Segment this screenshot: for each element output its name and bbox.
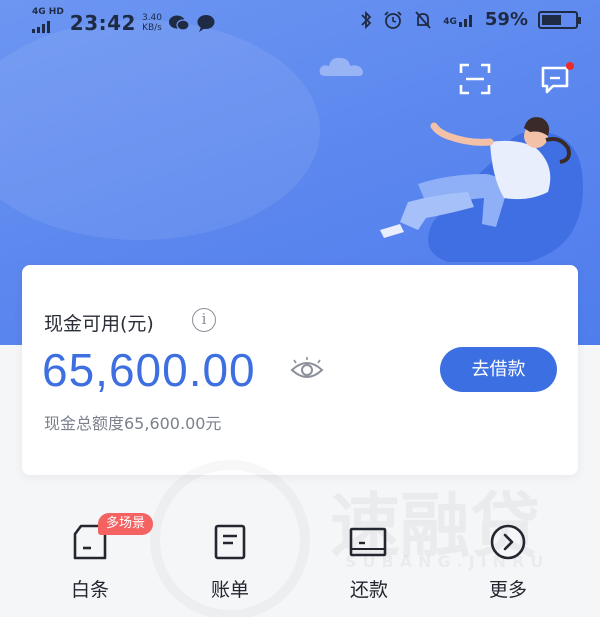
- cash-balance-card: 现金可用(元) i 65,600.00 现金总额度65,600.00元 去借款: [22, 265, 578, 475]
- cell-signal: 4G: [443, 13, 475, 27]
- nav-label: 白条: [70, 579, 109, 601]
- repay-icon: [349, 527, 387, 557]
- mute-icon: [415, 10, 431, 29]
- speed-value: 3.40: [141, 13, 163, 23]
- cloud-icon: [319, 57, 363, 76]
- bluetooth-icon: [361, 10, 372, 29]
- unread-dot: [566, 62, 574, 70]
- nav-label: 还款: [349, 579, 388, 601]
- message-icon[interactable]: [540, 62, 576, 96]
- nav-item-more[interactable]: 更多: [448, 505, 568, 615]
- wechat-icon: [169, 15, 190, 31]
- background-shape: [0, 20, 320, 240]
- status-right: 4G 59%: [359, 9, 581, 30]
- person-illustration: [380, 117, 583, 262]
- signal-bars-icon: [32, 21, 50, 33]
- total-credit-line: 现金总额度65,600.00元: [44, 414, 222, 433]
- alarm-icon: [384, 10, 402, 29]
- chat-bubble-icon: [197, 15, 215, 32]
- nav-item-repay[interactable]: 还款: [309, 505, 429, 615]
- available-amount: 65,600.00: [42, 344, 256, 396]
- info-icon[interactable]: i: [192, 308, 216, 332]
- speed-unit: KB/s: [142, 23, 162, 33]
- borrow-button[interactable]: 去借款: [440, 347, 557, 392]
- network-speed: 3.40 KB/s: [142, 13, 162, 33]
- scan-icon[interactable]: [458, 62, 492, 96]
- more-arrow-icon: [490, 524, 526, 560]
- status-bar: 4G HD 23:42 3.40 KB/s 4G 59%: [0, 0, 600, 44]
- bill-icon: [214, 524, 246, 560]
- clock: 23:42: [69, 11, 136, 35]
- battery-percent: 59%: [484, 9, 528, 30]
- battery-icon: [538, 10, 581, 29]
- status-left: 4G HD 23:42 3.40 KB/s: [32, 8, 216, 38]
- nav-label: 账单: [210, 579, 249, 601]
- nav-item-baitiao[interactable]: 多场景 白条: [30, 505, 154, 615]
- scenario-badge: 多场景: [98, 513, 154, 535]
- nav-label: 更多: [488, 579, 527, 601]
- signal-icon: [458, 14, 472, 27]
- eye-icon[interactable]: [290, 357, 324, 381]
- network-label: 4G HD: [32, 7, 64, 17]
- network-indicator: 4G HD: [32, 8, 64, 38]
- available-cash-label: 现金可用(元): [44, 313, 154, 335]
- nav-item-bill[interactable]: 账单: [170, 505, 290, 615]
- cell-network-label: 4G: [443, 16, 457, 27]
- battery-fill: [542, 14, 561, 25]
- quick-nav: 多场景 白条 账单 还款 更多: [0, 505, 600, 615]
